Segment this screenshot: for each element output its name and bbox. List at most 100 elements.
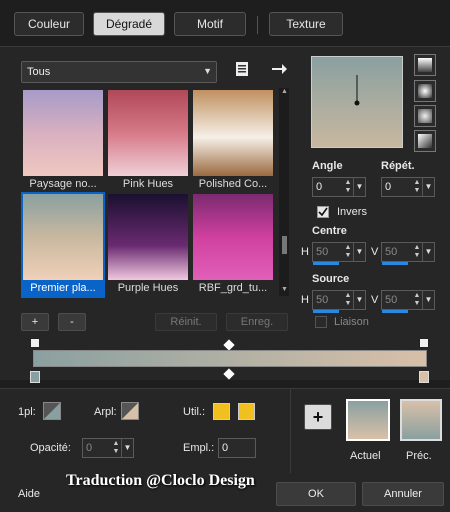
gradient-thumb-4[interactable]: Purple Hues (106, 192, 190, 298)
current-swatch[interactable] (346, 399, 390, 441)
source-v-label: V (371, 294, 379, 306)
source-h-label: H (301, 294, 309, 306)
gradient-thumb-3[interactable]: Premier pla... (21, 192, 105, 298)
center-h-field[interactable]: 50 ▲ ▼ ▼ (312, 242, 366, 265)
add-gradient-button[interactable]: + (21, 313, 49, 331)
thumbs-scrollbar[interactable]: ▲ ▼ (279, 88, 289, 296)
source-v-slider[interactable] (382, 310, 408, 313)
tab-motif[interactable]: Motif (174, 12, 246, 36)
user-color-label: Util.: (183, 406, 205, 418)
background-stop-label: Arpl: (94, 406, 117, 418)
invert-checkbox[interactable] (317, 206, 329, 218)
opacity-field[interactable]: 0 ▲ ▼ ▼ (82, 438, 134, 458)
scroll-down-icon[interactable]: ▼ (281, 286, 288, 293)
gradient-swatch (108, 90, 188, 176)
opacity-stop-end[interactable] (419, 338, 429, 348)
previous-label: Préc. (406, 450, 432, 462)
foreground-stop-label: 1pl: (18, 406, 36, 418)
chevron-down-icon[interactable]: ▼ (353, 291, 365, 309)
tab-degrade[interactable]: Dégradé (93, 12, 165, 36)
tab-texture[interactable]: Texture (269, 12, 343, 36)
user-color-swatch-1[interactable] (213, 403, 230, 420)
location-value: 0 (222, 442, 229, 454)
ok-button[interactable]: OK (276, 482, 356, 506)
chevron-down-icon[interactable]: ▼ (121, 439, 133, 457)
watermark-text: Traduction @Cloclo Design (66, 472, 255, 489)
gradient-thumb-0[interactable]: Paysage no... (21, 88, 105, 194)
center-label: Centre (312, 225, 347, 237)
gradient-thumb-label: Pink Hues (122, 178, 174, 190)
center-v-label: V (371, 246, 379, 258)
chevron-down-icon[interactable]: ▼ (422, 243, 434, 261)
gradient-editor-bar[interactable] (33, 350, 427, 367)
save-gradient-button[interactable]: Enreg. (226, 313, 288, 331)
tab-divider (257, 16, 258, 34)
sunburst-gradient-style-button[interactable] (414, 130, 436, 152)
opacity-label: Opacité: (30, 442, 71, 454)
library-menu-icon[interactable] (233, 60, 251, 78)
spin-arrows-icon[interactable]: ▲ ▼ (343, 292, 353, 308)
center-h-label: H (301, 246, 309, 258)
help-link[interactable]: Aide (18, 488, 40, 500)
link-label: Liaison (334, 316, 369, 328)
remove-gradient-button[interactable]: - (58, 313, 86, 331)
angle-label: Angle (312, 160, 343, 172)
add-to-swatches-button[interactable]: + (304, 404, 332, 430)
gradient-thumb-1[interactable]: Pink Hues (106, 88, 190, 194)
linear-gradient-style-button[interactable] (414, 54, 436, 76)
location-field[interactable]: 0 (218, 438, 256, 458)
chevron-down-icon[interactable]: ▼ (422, 291, 434, 309)
chevron-down-icon[interactable]: ▼ (422, 178, 434, 196)
cancel-button[interactable]: Annuler (362, 482, 444, 506)
scroll-up-icon[interactable]: ▲ (281, 88, 288, 95)
radial-gradient-style-button[interactable] (414, 80, 436, 102)
spin-arrows-icon[interactable]: ▲ ▼ (412, 179, 422, 195)
library-select-value: Tous (27, 66, 51, 78)
arrow-right-icon[interactable] (270, 60, 288, 78)
source-h-value: 50 (316, 294, 329, 306)
spin-arrows-icon[interactable]: ▲ ▼ (343, 179, 353, 195)
spin-arrows-icon[interactable]: ▲ ▼ (412, 244, 422, 260)
background-stop-swatch[interactable] (121, 402, 139, 420)
spin-arrows-icon[interactable]: ▲ ▼ (111, 440, 121, 456)
center-h-slider[interactable] (313, 262, 339, 265)
checkmark-icon (318, 207, 328, 217)
angle-handle-icon[interactable] (312, 57, 402, 147)
color-stop-end[interactable] (419, 371, 429, 383)
repeat-field[interactable]: 0 ▲ ▼ ▼ (381, 177, 435, 197)
opacity-stop-start[interactable] (30, 338, 40, 348)
foreground-stop-swatch[interactable] (43, 402, 61, 420)
source-v-value: 50 (385, 294, 398, 306)
reset-button[interactable]: Réinit. (155, 313, 217, 331)
invert-label: Invers (337, 206, 367, 218)
rectangular-gradient-style-button[interactable] (414, 105, 436, 127)
spin-arrows-icon[interactable]: ▲ ▼ (412, 292, 422, 308)
source-h-slider[interactable] (313, 310, 339, 313)
gradient-thumb-2[interactable]: Polished Co... (191, 88, 275, 194)
chevron-down-icon[interactable]: ▼ (353, 243, 365, 261)
chevron-down-icon[interactable]: ▼ (353, 178, 365, 196)
user-color-swatch-2[interactable] (238, 403, 255, 420)
gradient-thumb-5[interactable]: RBF_grd_tu... (191, 192, 275, 298)
link-checkbox[interactable] (315, 316, 327, 328)
gradient-swatch (193, 90, 273, 176)
scrollbar-thumb[interactable] (282, 236, 287, 254)
color-stop-start[interactable] (30, 371, 40, 383)
gradient-preview[interactable] (311, 56, 403, 148)
gradient-swatch (193, 194, 273, 280)
center-v-value: 50 (385, 246, 398, 258)
center-h-value: 50 (316, 246, 329, 258)
library-select[interactable]: Tous ▼ (21, 61, 217, 83)
gradient-thumb-label: RBF_grd_tu... (198, 282, 268, 294)
tab-couleur[interactable]: Couleur (14, 12, 84, 36)
center-v-slider[interactable] (382, 262, 408, 265)
opacity-value: 0 (86, 442, 93, 454)
gradient-thumb-label: Purple Hues (117, 282, 179, 294)
gradient-swatch (23, 194, 103, 280)
angle-field[interactable]: 0 ▲ ▼ ▼ (312, 177, 366, 197)
previous-swatch[interactable] (400, 399, 442, 441)
center-v-field[interactable]: 50 ▲ ▼ ▼ (381, 242, 435, 265)
source-v-field[interactable]: 50 ▲ ▼ ▼ (381, 290, 435, 313)
spin-arrows-icon[interactable]: ▲ ▼ (343, 244, 353, 260)
source-h-field[interactable]: 50 ▲ ▼ ▼ (312, 290, 366, 313)
